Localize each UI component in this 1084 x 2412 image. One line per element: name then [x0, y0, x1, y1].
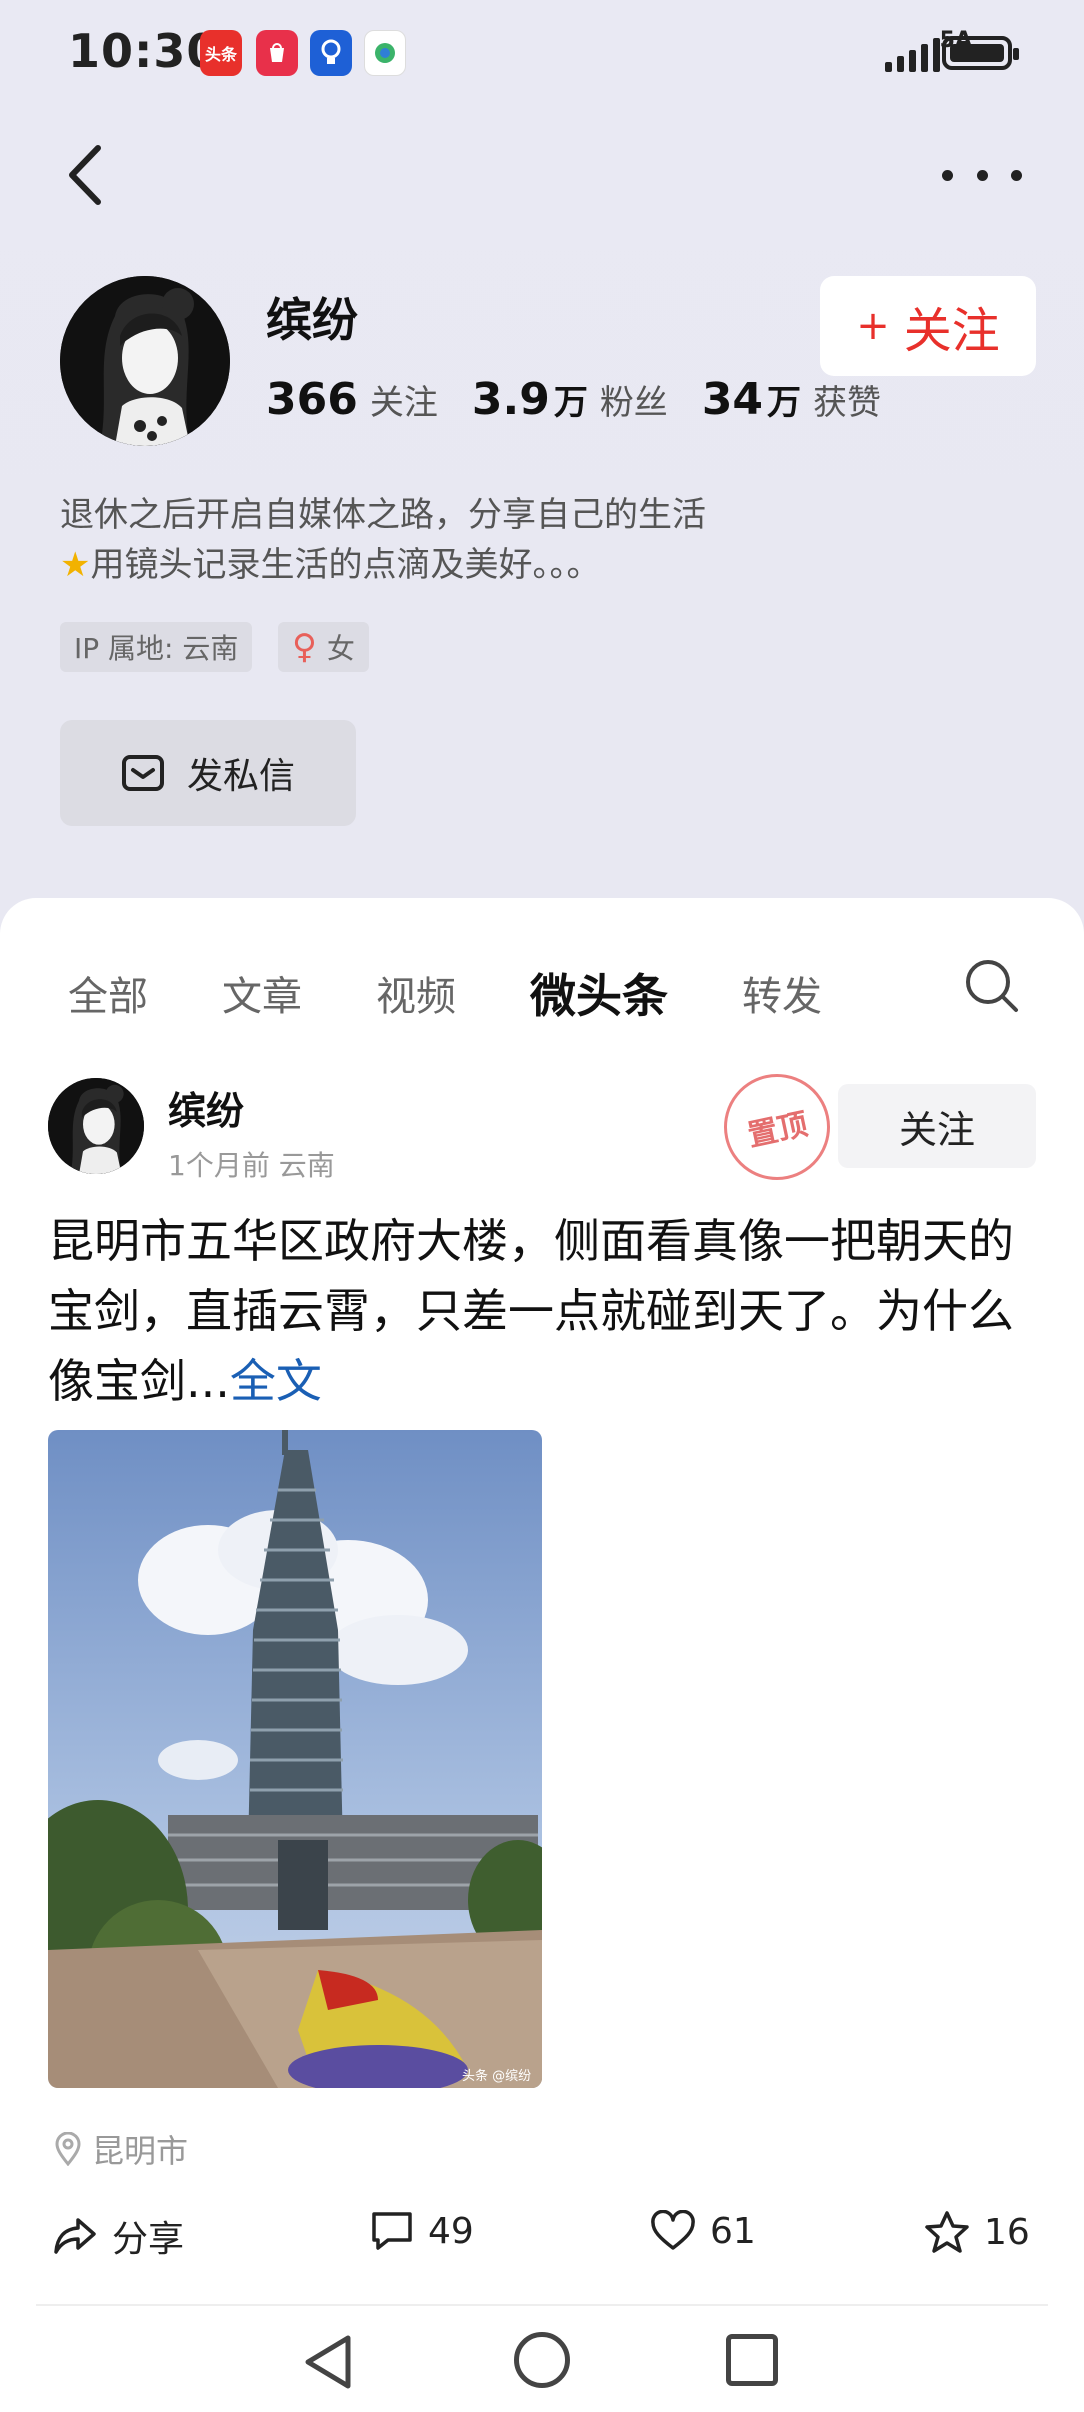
profile-name: 缤纷 — [266, 293, 358, 347]
share-button[interactable]: 分享 — [52, 2210, 184, 2262]
search-icon — [966, 960, 1018, 1012]
plus-icon: + — [856, 303, 890, 349]
tab-micro-posts[interactable]: 微头条 — [530, 960, 668, 1026]
appgallery-notification-icon — [256, 30, 298, 76]
tab-reposts[interactable]: 转发 — [742, 964, 822, 1022]
share-icon — [54, 2218, 96, 2254]
profile-bio: 退休之后开启自媒体之路，分享自己的生活 ★用镜头记录生活的点滴及美好。。。 — [60, 490, 960, 590]
read-full-link[interactable]: 全文 — [230, 1354, 322, 1408]
pinned-stamp-label: 置顶 — [744, 1107, 811, 1154]
search-button[interactable] — [962, 956, 1022, 1016]
post-text[interactable]: 昆明市五华区政府大楼，侧面看真像一把朝天的宝剑，直插云霄，只差一点就碰到天了。为… — [48, 1206, 1038, 1416]
stat-likes[interactable]: 34 万 获赞 — [702, 374, 881, 425]
tab-videos[interactable]: 视频 — [376, 964, 456, 1022]
nav-recents-button[interactable] — [726, 2334, 778, 2386]
comment-icon — [372, 2212, 412, 2250]
stat-number: 3.9 — [471, 374, 550, 425]
pinned-stamp: 置顶 — [714, 1064, 840, 1190]
post-meta: 1个月前 云南 — [168, 1149, 335, 1182]
post-actions: 分享 49 61 16 — [52, 2210, 1042, 2280]
stat-number: 366 — [266, 374, 358, 425]
post-image[interactable]: 头条 @缤纷 — [48, 1430, 542, 2088]
send-message-label: 发私信 — [186, 756, 295, 797]
bio-line: 退休之后开启自媒体之路，分享自己的生活 — [60, 495, 706, 535]
battery-icon — [942, 36, 1019, 70]
stat-label: 粉丝 — [599, 383, 668, 423]
stat-unit: 万 — [553, 383, 588, 423]
carrier-notification-icon — [364, 30, 406, 76]
like-count: 61 — [710, 2210, 756, 2252]
bio-line: 用镜头记录生活的点滴及美好。。。 — [90, 545, 601, 585]
nav-home-button[interactable] — [514, 2332, 570, 2388]
ip-location-tag: IP 属地: 云南 — [60, 622, 253, 672]
star-icon: ★ — [60, 545, 91, 585]
follow-label: 关注 — [903, 303, 1000, 359]
tab-articles[interactable]: 文章 — [222, 964, 302, 1022]
triangle-back-icon — [305, 2335, 351, 2389]
send-message-button[interactable]: 发私信 — [60, 720, 356, 826]
favorite-count: 16 — [984, 2211, 1030, 2253]
stat-followers[interactable]: 3.9 万 粉丝 — [472, 374, 668, 425]
comment-count: 49 — [428, 2210, 474, 2252]
gender-label: 女 — [326, 632, 355, 665]
stat-following[interactable]: 366 关注 — [266, 374, 438, 425]
post-author-name[interactable]: 缤纷 — [168, 1080, 244, 1135]
divider — [36, 2304, 1048, 2306]
watermark: 头条 @缤纷 — [462, 2068, 531, 2084]
post-location[interactable]: 昆明市 — [54, 2126, 188, 2172]
post-author-avatar[interactable] — [48, 1078, 144, 1174]
stat-label: 获赞 — [813, 383, 882, 423]
more-dot-icon — [1011, 169, 1022, 181]
back-button[interactable] — [60, 140, 120, 210]
status-bar: 10:30 头条 5A — [0, 0, 1084, 108]
post-follow-button[interactable]: 关注 — [838, 1084, 1036, 1168]
nav-back-button[interactable] — [300, 2332, 356, 2396]
toutiao-notification-icon: 头条 — [200, 30, 242, 76]
post-body: 昆明市五华区政府大楼，侧面看真像一把朝天的宝剑，直插云霄，只差一点就碰到天了。为… — [48, 1214, 1014, 1408]
system-nav-bar — [0, 2310, 1084, 2412]
content-panel: 全部 文章 视频 微头条 转发 缤纷 1个月前 云南 置顶 关注 昆明市五华区政… — [0, 898, 1084, 2412]
tab-all[interactable]: 全部 — [68, 964, 148, 1022]
chevron-left-icon — [69, 145, 101, 205]
share-label: 分享 — [112, 2219, 185, 2260]
bio-line-2: ★用镜头记录生活的点滴及美好。。。 — [60, 540, 960, 590]
follow-button[interactable]: + 关注 — [820, 276, 1036, 376]
more-dot-icon — [942, 169, 953, 181]
comment-button[interactable]: 49 — [370, 2210, 474, 2252]
heart-icon — [651, 2210, 695, 2250]
favorite-button[interactable]: 16 — [924, 2210, 1030, 2254]
stat-label: 关注 — [369, 383, 438, 423]
message-icon — [121, 755, 164, 791]
gender-tag: ♀ 女 — [278, 622, 369, 672]
profile-stats: 366 关注 3.9 万 粉丝 34 万 获赞 — [266, 374, 915, 425]
content-tabs: 全部 文章 视频 微头条 转发 — [68, 960, 896, 1026]
lightbulb-notification-icon — [310, 30, 352, 76]
stat-number: 34 — [701, 374, 764, 425]
star-icon — [925, 2211, 969, 2253]
female-icon: ♀ — [292, 627, 317, 667]
more-options-button[interactable] — [942, 150, 1022, 200]
location-label: 昆明市 — [92, 2132, 189, 2170]
more-dot-icon — [976, 169, 988, 181]
like-button[interactable]: 61 — [650, 2210, 756, 2252]
stat-unit: 万 — [767, 383, 802, 423]
location-pin-icon — [55, 2132, 81, 2166]
signal-icon — [885, 38, 940, 72]
status-time: 10:30 — [68, 24, 220, 78]
profile-avatar[interactable] — [60, 276, 230, 446]
